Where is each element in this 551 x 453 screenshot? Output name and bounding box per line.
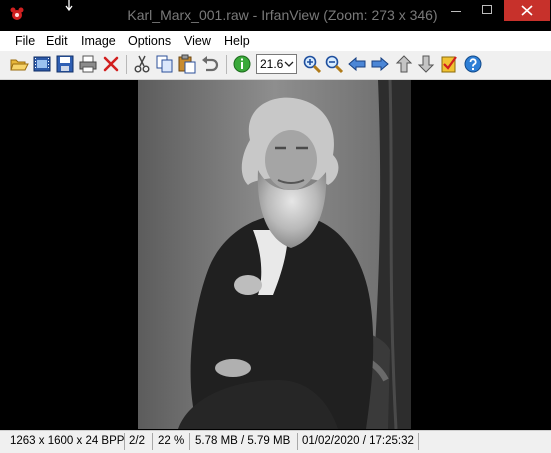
first-file-icon[interactable] (394, 54, 414, 74)
paste-icon[interactable] (177, 54, 197, 74)
toolbar: 21.6 (0, 51, 551, 80)
slideshow-icon[interactable] (32, 54, 52, 74)
status-bar: 1263 x 1600 x 24 BPP 2/2 22 % 5.78 MB / … (0, 430, 551, 453)
status-zoom: 22 % (158, 435, 185, 447)
menu-help[interactable]: Help (224, 34, 250, 48)
delete-icon[interactable] (101, 54, 121, 74)
status-file-index: 2/2 (129, 435, 145, 447)
info-icon[interactable] (232, 54, 252, 74)
toolbar-separator (126, 55, 127, 74)
status-datetime: 01/02/2020 / 17:25:32 (302, 435, 414, 447)
toolbar-separator (226, 55, 227, 74)
chevron-down-icon (284, 61, 294, 67)
copy-icon[interactable] (155, 54, 175, 74)
status-divider (297, 433, 298, 450)
image-canvas[interactable] (8, 80, 546, 429)
previous-icon[interactable] (347, 54, 367, 74)
menu-bar: File Edit Image Options View Help (0, 31, 551, 51)
checklist-icon[interactable] (439, 54, 459, 74)
zoom-level-dropdown[interactable]: 21.6 (256, 54, 297, 74)
menu-image[interactable]: Image (81, 34, 116, 48)
status-divider (152, 433, 153, 450)
zoom-out-icon[interactable] (324, 54, 344, 74)
help-icon[interactable] (463, 54, 483, 74)
minimize-button[interactable] (442, 0, 470, 21)
undo-icon[interactable] (200, 54, 220, 74)
status-divider (418, 433, 419, 450)
status-divider (124, 433, 125, 450)
irfanview-window: Karl_Marx_001.raw - IrfanView (Zoom: 273… (0, 0, 551, 453)
next-icon[interactable] (370, 54, 390, 74)
status-divider (189, 433, 190, 450)
open-folder-icon[interactable] (9, 54, 29, 74)
menu-file[interactable]: File (15, 34, 35, 48)
maximize-button[interactable] (473, 0, 501, 21)
status-dimensions: 1263 x 1600 x 24 BPP (10, 435, 125, 447)
zoom-level-value: 21.6 (260, 57, 284, 71)
close-button[interactable] (504, 0, 550, 21)
title-bar[interactable]: Karl_Marx_001.raw - IrfanView (Zoom: 273… (0, 0, 551, 31)
portrait-photo (138, 80, 411, 429)
zoom-in-icon[interactable] (302, 54, 322, 74)
status-file-size: 5.78 MB / 5.79 MB (195, 435, 291, 447)
menu-view[interactable]: View (184, 34, 211, 48)
cut-icon[interactable] (132, 54, 152, 74)
menu-edit[interactable]: Edit (46, 34, 68, 48)
last-file-icon[interactable] (416, 54, 436, 74)
print-icon[interactable] (78, 54, 98, 74)
save-icon[interactable] (55, 54, 75, 74)
menu-options[interactable]: Options (128, 34, 171, 48)
